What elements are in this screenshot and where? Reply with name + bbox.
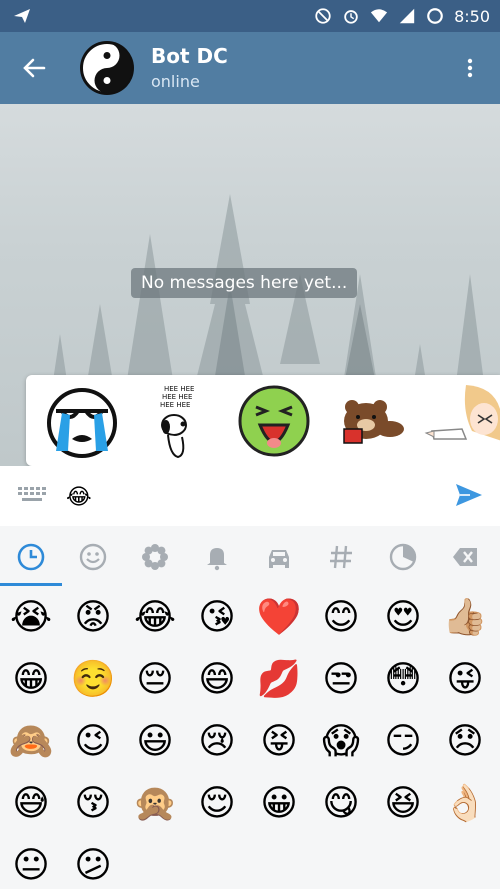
car-icon[interactable] xyxy=(264,542,294,572)
empty-chat-message: No messages here yet... xyxy=(131,268,358,298)
emoji-item[interactable]: 😢 xyxy=(193,718,241,766)
emoji-item[interactable]: ☺️ xyxy=(69,656,117,704)
emoji-item[interactable]: 😏 xyxy=(379,718,427,766)
emoji-item[interactable]: 😒 xyxy=(317,656,365,704)
emoji-item[interactable]: 💋 xyxy=(255,656,303,704)
do-not-disturb-icon xyxy=(315,8,331,24)
emoji-item[interactable]: 😐 xyxy=(7,842,55,890)
wifi-icon xyxy=(370,9,388,23)
message-input[interactable]: 😂 xyxy=(66,485,92,510)
chat-status: online xyxy=(151,72,200,91)
backspace-icon[interactable] xyxy=(450,542,480,572)
send-icon[interactable] xyxy=(454,480,484,510)
emoji-item[interactable]: 😭 xyxy=(7,594,55,642)
emoji-category-tabs xyxy=(0,526,500,587)
emoji-item[interactable]: 😜 xyxy=(441,656,489,704)
emoji-item[interactable]: 🙊 xyxy=(131,780,179,828)
emoji-item[interactable]: 😁 xyxy=(7,656,55,704)
emoji-item[interactable]: 😉 xyxy=(69,718,117,766)
emoji-item[interactable]: 😀 xyxy=(255,780,303,828)
flower-icon[interactable] xyxy=(140,542,170,572)
emoji-item[interactable]: 😄 xyxy=(193,656,241,704)
avatar[interactable] xyxy=(80,41,134,95)
anime-girl-pointing-sticker[interactable] xyxy=(422,381,500,461)
sticker-suggestions: HEE HEE HEE HEE HEE HEE xyxy=(26,375,500,466)
emoji-item[interactable]: 😱 xyxy=(317,718,365,766)
emoji-item[interactable]: 😔 xyxy=(131,656,179,704)
battery-icon xyxy=(427,8,443,24)
emoji-item[interactable]: 😍 xyxy=(379,594,427,642)
emoji-item[interactable]: 😡 xyxy=(69,594,117,642)
emoji-item[interactable]: 🙈 xyxy=(7,718,55,766)
emoji-item[interactable]: 😃 xyxy=(131,718,179,766)
svg-text:HEE HEE: HEE HEE xyxy=(160,401,190,409)
emoji-item[interactable]: 👍🏼 xyxy=(441,594,489,642)
keyboard-icon[interactable] xyxy=(16,483,50,507)
status-icons: 8:50 xyxy=(314,0,490,32)
chat-title[interactable]: Bot DC xyxy=(151,44,228,68)
send-icon xyxy=(14,9,30,23)
emoji-item[interactable]: 😂 xyxy=(131,594,179,642)
back-arrow-icon[interactable] xyxy=(18,52,50,84)
emoji-item[interactable]: 😚 xyxy=(69,780,117,828)
emoji-item[interactable]: 😳 xyxy=(379,656,427,704)
emoji-item[interactable]: 😝 xyxy=(255,718,303,766)
emoji-item[interactable]: 😆 xyxy=(379,780,427,828)
pie-icon[interactable] xyxy=(388,542,418,572)
emoji-item[interactable]: ❤️ xyxy=(255,594,303,642)
svg-text:HEE HEE: HEE HEE xyxy=(164,385,194,393)
emoji-item[interactable]: 😌 xyxy=(193,780,241,828)
yin-yang-icon xyxy=(81,42,133,94)
svg-text:HEE HEE: HEE HEE xyxy=(162,393,192,401)
alarm-icon xyxy=(344,10,358,24)
brown-bear-sticker[interactable] xyxy=(330,381,410,461)
bell-icon[interactable] xyxy=(202,542,232,572)
signal-icon xyxy=(399,8,415,24)
snoopy-laughing-sticker[interactable]: HEE HEE HEE HEE HEE HEE xyxy=(138,381,218,461)
emoji-item[interactable]: 😋 xyxy=(317,780,365,828)
hashtag-icon[interactable] xyxy=(326,542,356,572)
chat-header: Bot DC online xyxy=(0,32,500,104)
recent-icon[interactable] xyxy=(16,542,46,572)
emoji-item[interactable]: 😅 xyxy=(7,780,55,828)
emoji-item[interactable]: 😊 xyxy=(317,594,365,642)
clock: 8:50 xyxy=(454,6,490,26)
smiley-icon[interactable] xyxy=(78,542,108,572)
emoji-item[interactable]: 😘 xyxy=(193,594,241,642)
emoji-item[interactable]: 👌🏻 xyxy=(441,780,489,828)
status-bar: 8:50 xyxy=(0,0,500,32)
emoji-grid: 😭 😡 😂 😘 ❤️ 😊 😍 👍🏼 😁 ☺️ 😔 😄 💋 😒 😳 😜 🙈 😉 😃 😢 😝 😱 😏 😞 😅 😚 🙊 😌 😀 😋 😆 👌🏻 😐 😕 xyxy=(0,586,500,889)
green-laughing-sticker[interactable] xyxy=(234,381,314,461)
emoji-item[interactable]: 😕 xyxy=(69,842,117,890)
crying-face-sticker[interactable] xyxy=(42,381,122,461)
emoji-item[interactable]: 😞 xyxy=(441,718,489,766)
more-vertical-icon[interactable] xyxy=(458,56,482,80)
